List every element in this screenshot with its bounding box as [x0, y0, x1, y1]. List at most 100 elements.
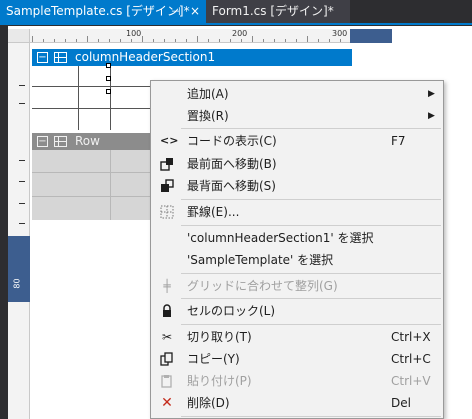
menu-item-add[interactable]: 追加(A) ▶ [151, 83, 443, 105]
ruler-tick [307, 36, 308, 42]
collapse-toggle[interactable]: − [37, 52, 48, 63]
selection-handle[interactable] [106, 76, 111, 81]
tab-label: SampleTemplate.cs [デザイン]* [6, 4, 190, 18]
cell-border [32, 172, 150, 173]
ruler-mark [19, 103, 25, 104]
ruler-mark [19, 181, 25, 182]
menu-item-shortcut: Ctrl+X [391, 330, 431, 344]
bring-to-front-icon [160, 157, 174, 171]
designer-window: SampleTemplate.cs [デザイン]* ⊣ × Form1.cs [… [0, 0, 472, 419]
menu-item-label: 貼り付け(P) [187, 374, 252, 388]
menu-item-shortcut: Ctrl+V [391, 374, 431, 388]
ruler-tick [296, 39, 297, 42]
selection-handle[interactable] [106, 63, 111, 68]
header-cells[interactable] [32, 63, 152, 130]
borders-icon [160, 205, 174, 219]
menu-item-label: 追加(A) [187, 87, 229, 101]
tab-underline [0, 23, 472, 25]
menu-item-borders[interactable]: 罫線(E)... [151, 201, 443, 223]
ruler-mark [19, 160, 25, 161]
ruler-tick [175, 39, 176, 42]
menu-separator [181, 416, 441, 417]
submenu-arrow-icon: ▶ [428, 89, 435, 99]
ruler-label: 100 [126, 29, 142, 38]
ruler-tick [197, 36, 198, 42]
ruler-tick [230, 39, 231, 42]
menu-item-delete[interactable]: ✕ 削除(D) Del [151, 392, 443, 414]
paste-icon [160, 374, 174, 388]
section-grid-icon [54, 136, 67, 147]
menu-separator [181, 128, 441, 129]
ruler-tick [131, 39, 132, 42]
menu-separator [181, 324, 441, 325]
ruler-tick [76, 39, 77, 42]
submenu-arrow-icon: ▶ [428, 111, 435, 121]
delete-icon: ✕ [161, 395, 173, 411]
menu-item-label: 最前面へ移動(B) [187, 157, 277, 171]
ruler-tick [43, 39, 44, 42]
menu-item-paste[interactable]: 貼り付け(P) Ctrl+V [151, 370, 443, 392]
row-cells[interactable] [32, 150, 150, 220]
ruler-tick [208, 39, 209, 42]
ruler-tick [32, 36, 33, 42]
ruler-tick [219, 39, 220, 42]
menu-item-label: 'SampleTemplate' を選択 [187, 253, 334, 267]
menu-item-shortcut: Del [391, 396, 411, 410]
section-grid-icon [54, 52, 67, 63]
menu-item-shortcut: F7 [391, 134, 406, 148]
menu-item-send-to-back[interactable]: 最背面へ移動(S) [151, 175, 443, 197]
menu-item-label: 切り取り(T) [187, 330, 252, 344]
send-to-back-icon [160, 179, 174, 193]
cut-icon: ✂ [161, 330, 173, 344]
cell-border [32, 108, 152, 109]
ruler-tick [186, 39, 187, 42]
ruler-label: 200 [232, 29, 248, 38]
ruler-tick [318, 39, 319, 42]
menu-item-shortcut: Ctrl+C [391, 352, 431, 366]
ruler-mark [19, 85, 25, 86]
menu-item-replace[interactable]: 置換(R) ▶ [151, 105, 443, 127]
ruler-selection-indicator [350, 29, 392, 43]
ruler-tick [285, 39, 286, 42]
menu-item-label: コピー(Y) [187, 352, 240, 366]
tab-form1-design[interactable]: Form1.cs [デザイン]* [206, 0, 350, 23]
ruler-tick [340, 39, 341, 42]
menu-item-label: 置換(R) [187, 109, 229, 123]
copy-icon [160, 352, 174, 366]
ruler-tick [252, 36, 253, 42]
close-icon[interactable]: × [190, 0, 200, 23]
menu-item-label: コードの表示(C) [187, 134, 277, 148]
code-icon: <> [160, 134, 179, 147]
menu-item-label: 罫線(E)... [187, 205, 240, 219]
cell-border [32, 86, 152, 87]
cell-border [110, 150, 111, 220]
menu-item-select-section[interactable]: 'columnHeaderSection1' を選択 [151, 227, 443, 249]
menu-item-lock-cell[interactable]: セルのロック(L) [151, 300, 443, 322]
tab-sampletemplate-design[interactable]: SampleTemplate.cs [デザイン]* ⊣ × [0, 0, 206, 23]
selection-handle[interactable] [106, 89, 111, 94]
menu-item-view-code[interactable]: <> コードの表示(C) F7 [151, 130, 443, 152]
menu-item-label: セルのロック(L) [187, 304, 276, 318]
menu-item-align-to-grid[interactable]: ╪ グリッドに合わせて整列(G) [151, 275, 443, 297]
menu-item-cut[interactable]: ✂ 切り取り(T) Ctrl+X [151, 326, 443, 348]
lock-icon [160, 304, 174, 318]
menu-separator [181, 298, 441, 299]
ruler-tick [87, 36, 88, 42]
ruler-mark [19, 223, 25, 224]
section-column-header[interactable]: − columnHeaderSection1 [32, 49, 352, 66]
ruler-tick [120, 39, 121, 42]
collapse-toggle[interactable]: − [37, 136, 48, 147]
section-name: Row [75, 134, 100, 148]
ruler-label: 80 [12, 278, 22, 289]
ruler-corner [8, 29, 30, 43]
menu-item-label: 削除(D) [187, 396, 230, 410]
menu-item-bring-to-front[interactable]: 最前面へ移動(B) [151, 153, 443, 175]
pin-icon[interactable]: ⊣ [171, 0, 181, 23]
horizontal-ruler: 100 200 300 [8, 29, 392, 43]
menu-item-copy[interactable]: コピー(Y) Ctrl+C [151, 348, 443, 370]
vertical-ruler-selection: 80 [8, 236, 30, 302]
ruler-tick [98, 39, 99, 42]
menu-item-select-template[interactable]: 'SampleTemplate' を選択 [151, 249, 443, 271]
cell-border [32, 196, 150, 197]
cell-border [78, 66, 79, 130]
